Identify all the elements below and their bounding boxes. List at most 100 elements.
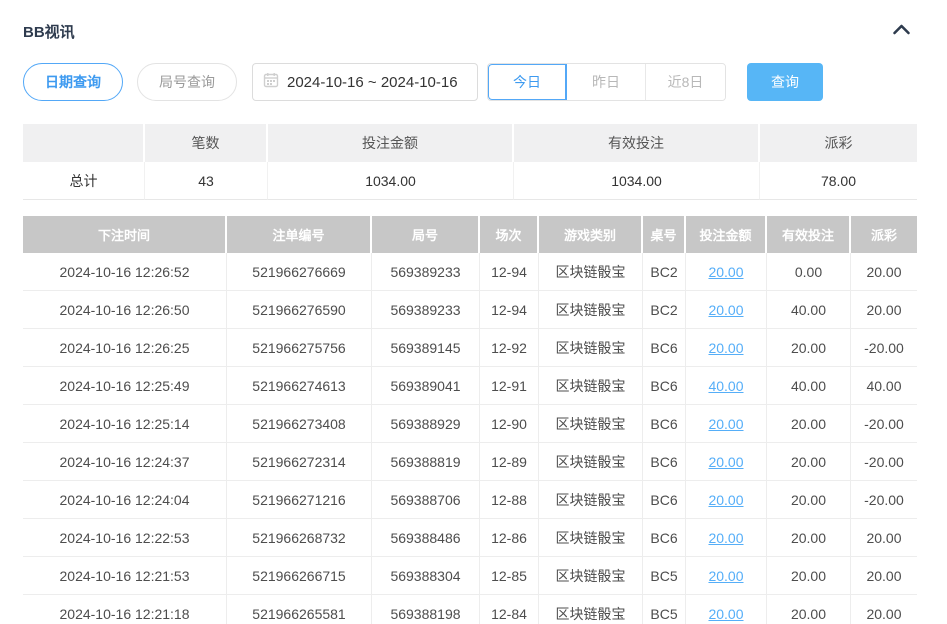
bet-amount-link[interactable]: 20.00 [708, 454, 743, 470]
table-row: 2024-10-16 12:24:37521966272314569388819… [23, 443, 917, 481]
cell-game_type: 区块链骰宝 [539, 557, 643, 595]
bet-amount-link[interactable]: 20.00 [708, 340, 743, 356]
query-button[interactable]: 查询 [747, 63, 823, 101]
cell-payout: -20.00 [851, 405, 917, 443]
cell-session: 12-84 [480, 595, 539, 624]
cell-payout: 20.00 [851, 557, 917, 595]
quick-range-today[interactable]: 今日 [488, 64, 567, 100]
table-row: 2024-10-16 12:22:53521966268732569388486… [23, 519, 917, 557]
bet-amount-link[interactable]: 20.00 [708, 530, 743, 546]
cell-session: 12-89 [480, 443, 539, 481]
calendar-icon [263, 72, 279, 93]
cell-bet_time: 2024-10-16 12:25:14 [23, 405, 227, 443]
cell-bet_id: 521966276669 [227, 253, 372, 291]
cell-round_id: 569389233 [372, 291, 480, 329]
bet-amount-link[interactable]: 40.00 [708, 378, 743, 394]
header-session: 场次 [480, 216, 539, 253]
date-range-value: 2024-10-16 ~ 2024-10-16 [287, 74, 458, 91]
cell-table_no: BC5 [643, 595, 686, 624]
cell-table_no: BC2 [643, 253, 686, 291]
cell-session: 12-91 [480, 367, 539, 405]
cell-round_id: 569388706 [372, 481, 480, 519]
cell-valid_bet: 40.00 [767, 367, 851, 405]
cell-bet_amount: 20.00 [686, 519, 767, 557]
cell-payout: -20.00 [851, 443, 917, 481]
date-range-input[interactable]: 2024-10-16 ~ 2024-10-16 [252, 63, 478, 101]
cell-game_type: 区块链骰宝 [539, 253, 643, 291]
cell-table_no: BC5 [643, 557, 686, 595]
summary-table: 笔数 投注金额 有效投注 派彩 总计 43 1034.00 1034.00 78… [23, 124, 917, 200]
bet-amount-link[interactable]: 20.00 [708, 568, 743, 584]
cell-round_id: 569388198 [372, 595, 480, 624]
bet-amount-link[interactable]: 20.00 [708, 416, 743, 432]
cell-game_type: 区块链骰宝 [539, 329, 643, 367]
tab-date-query-label: 日期查询 [45, 72, 101, 92]
bet-table-header-row: 下注时间 注单编号 局号 场次 游戏类别 桌号 投注金额 有效投注 派彩 [23, 216, 917, 253]
cell-bet_id: 521966274613 [227, 367, 372, 405]
cell-payout: -20.00 [851, 329, 917, 367]
table-row: 2024-10-16 12:25:14521966273408569388929… [23, 405, 917, 443]
cell-bet_amount: 20.00 [686, 481, 767, 519]
header-round-id: 局号 [372, 216, 480, 253]
header-bet-amount: 投注金额 [686, 216, 767, 253]
bb-video-panel: BB视讯 日期查询 局号查询 [0, 20, 947, 624]
collapse-button[interactable] [886, 23, 917, 39]
cell-valid_bet: 20.00 [767, 405, 851, 443]
summary-header-valid-bet: 有效投注 [514, 124, 760, 162]
cell-bet_id: 521966273408 [227, 405, 372, 443]
cell-table_no: BC6 [643, 405, 686, 443]
cell-session: 12-92 [480, 329, 539, 367]
bet-amount-link[interactable]: 20.00 [708, 302, 743, 318]
filter-bar: 日期查询 局号查询 2024-10-16 ~ 2024-10-16 [23, 63, 917, 101]
quick-range-yesterday[interactable]: 昨日 [567, 64, 646, 100]
bet-amount-link[interactable]: 20.00 [708, 492, 743, 508]
cell-bet_amount: 20.00 [686, 595, 767, 624]
cell-bet_time: 2024-10-16 12:26:52 [23, 253, 227, 291]
cell-valid_bet: 20.00 [767, 595, 851, 624]
summary-header-bet-amount: 投注金额 [268, 124, 514, 162]
cell-bet_id: 521966271216 [227, 481, 372, 519]
cell-bet_time: 2024-10-16 12:25:49 [23, 367, 227, 405]
tab-date-query[interactable]: 日期查询 [23, 63, 123, 101]
cell-valid_bet: 20.00 [767, 329, 851, 367]
cell-bet_amount: 20.00 [686, 291, 767, 329]
cell-bet_amount: 20.00 [686, 253, 767, 291]
cell-bet_id: 521966275756 [227, 329, 372, 367]
table-row: 2024-10-16 12:26:52521966276669569389233… [23, 253, 917, 291]
cell-game_type: 区块链骰宝 [539, 519, 643, 557]
header-game-type: 游戏类别 [539, 216, 643, 253]
cell-bet_id: 521966268732 [227, 519, 372, 557]
cell-bet_amount: 20.00 [686, 329, 767, 367]
cell-payout: 20.00 [851, 519, 917, 557]
summary-header-row: 笔数 投注金额 有效投注 派彩 [23, 124, 917, 162]
header-bet-id: 注单编号 [227, 216, 372, 253]
cell-round_id: 569389145 [372, 329, 480, 367]
cell-bet_time: 2024-10-16 12:24:37 [23, 443, 227, 481]
summary-total-row: 总计 43 1034.00 1034.00 78.00 [23, 162, 917, 200]
cell-table_no: BC6 [643, 367, 686, 405]
cell-table_no: BC6 [643, 519, 686, 557]
cell-bet_id: 521966266715 [227, 557, 372, 595]
cell-game_type: 区块链骰宝 [539, 481, 643, 519]
summary-header-payout: 派彩 [760, 124, 917, 162]
cell-game_type: 区块链骰宝 [539, 405, 643, 443]
cell-payout: 20.00 [851, 253, 917, 291]
cell-valid_bet: 20.00 [767, 481, 851, 519]
bet-amount-link[interactable]: 20.00 [708, 264, 743, 280]
cell-bet_time: 2024-10-16 12:22:53 [23, 519, 227, 557]
cell-bet_amount: 20.00 [686, 405, 767, 443]
quick-range-last8days[interactable]: 近8日 [646, 64, 725, 100]
tab-round-query[interactable]: 局号查询 [137, 63, 237, 101]
bet-amount-link[interactable]: 20.00 [708, 606, 743, 622]
cell-round_id: 569389233 [372, 253, 480, 291]
cell-bet_time: 2024-10-16 12:21:53 [23, 557, 227, 595]
cell-table_no: BC6 [643, 443, 686, 481]
cell-table_no: BC2 [643, 291, 686, 329]
cell-payout: 40.00 [851, 367, 917, 405]
cell-valid_bet: 0.00 [767, 253, 851, 291]
header-payout: 派彩 [851, 216, 917, 253]
cell-session: 12-88 [480, 481, 539, 519]
table-row: 2024-10-16 12:25:49521966274613569389041… [23, 367, 917, 405]
panel-title: BB视讯 [23, 21, 75, 42]
header-table-no: 桌号 [643, 216, 686, 253]
